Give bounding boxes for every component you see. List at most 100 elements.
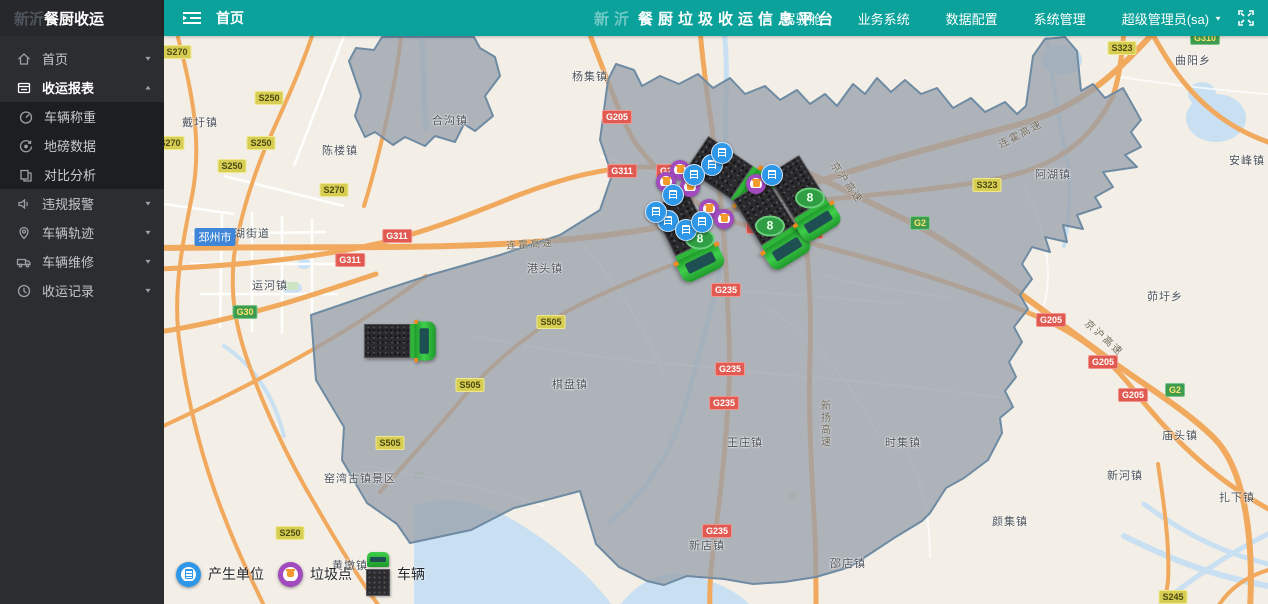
town-label: 新店镇 <box>689 537 725 553</box>
producer-pin-icon <box>691 211 713 233</box>
road-badge-G310: G310 <box>1190 36 1220 45</box>
chevron-down-icon: ▼ <box>144 258 153 265</box>
road-badge-S323: S323 <box>972 178 1001 192</box>
sidebar-subitem-3[interactable]: 对比分析 <box>0 160 164 189</box>
road-badge-G311: G311 <box>335 253 365 267</box>
report-icon <box>16 80 32 96</box>
gauge-icon <box>18 109 34 125</box>
building-icon <box>698 217 706 227</box>
road-badge-S505: S505 <box>455 378 484 392</box>
producer-marker[interactable] <box>683 164 705 186</box>
town-label: 邵店镇 <box>830 555 866 571</box>
road-name-label: 连霍高速 <box>995 115 1045 150</box>
chevron-down-icon: ▼ <box>144 55 153 62</box>
sidebar-item-5[interactable]: 车辆维修▼ <box>0 247 164 276</box>
trash-bin-icon <box>721 216 728 222</box>
app-logo: 新沂 餐厨收运 <box>0 0 164 36</box>
road-badge-G235: G235 <box>709 396 739 410</box>
road-badge-G2: G2 <box>910 216 930 230</box>
building-icon <box>669 190 677 200</box>
producer-pin-icon <box>645 201 667 223</box>
sidebar-subitem-1[interactable]: 车辆称重 <box>0 102 164 131</box>
truck-trailer <box>366 569 390 596</box>
sidebar-subitem-2[interactable]: 地磅数据 <box>0 131 164 160</box>
building-icon <box>768 170 776 180</box>
producer-pin-icon <box>711 142 733 164</box>
top-menu: 驾驶舱 业务系统 数据配置 系统管理 <box>783 9 1086 28</box>
sidebar-item-6[interactable]: 收运记录▼ <box>0 276 164 305</box>
sidebar-item-3[interactable]: 违规报警▼ <box>0 189 164 218</box>
fullscreen-icon[interactable] <box>1238 10 1254 26</box>
legend-label: 车辆 <box>397 564 425 584</box>
road-badge-G311: G311 <box>382 229 412 243</box>
town-label: 陈楼镇 <box>322 142 358 158</box>
road-badge-S250: S250 <box>254 91 283 105</box>
building-icon <box>652 207 660 217</box>
sidebar-item-label: 车辆轨迹 <box>42 223 144 242</box>
road-badge-G205: G205 <box>1118 388 1148 402</box>
truck-marker[interactable] <box>364 321 435 360</box>
sidebar-subitem-label: 车辆称重 <box>44 107 152 126</box>
sidebar-item-1[interactable]: 首页▼ <box>0 44 164 73</box>
chevron-down-icon: ▼ <box>144 200 153 207</box>
road-badge-G235: G235 <box>702 524 732 538</box>
collapse-sidebar-icon[interactable] <box>182 10 202 26</box>
town-label: 棋盘镇 <box>552 376 588 392</box>
road-badge-S270: S270 <box>164 45 192 59</box>
legend-item-trash[interactable]: 垃圾点 <box>278 562 352 587</box>
legend-item-producer[interactable]: 产生单位 <box>176 562 264 587</box>
town-label: 阿湖镇 <box>1035 166 1071 182</box>
sidebar-item-2[interactable]: 收运报表▲ <box>0 73 164 102</box>
user-name: 超级管理员(sa) <box>1122 9 1209 28</box>
truck-status-badge[interactable]: 8 <box>795 188 825 209</box>
trash-bin-icon <box>287 571 294 577</box>
truck-mirror <box>713 241 719 247</box>
producer-legend-icon <box>176 562 201 587</box>
truck-status-badge[interactable]: 8 <box>755 216 785 237</box>
road-name-label: 连霍高速 <box>506 234 555 252</box>
producer-marker[interactable] <box>691 211 713 233</box>
nav-home-tab[interactable]: 首页 <box>216 8 244 28</box>
sidebar-item-4[interactable]: 车辆轨迹▼ <box>0 218 164 247</box>
pin-inner <box>718 213 730 225</box>
top-menu-item-2[interactable]: 业务系统 <box>858 9 910 28</box>
road-name-label: 京沪高速 <box>828 158 868 206</box>
maintenance-icon <box>16 254 32 270</box>
road-badge-G311: G311 <box>607 164 637 178</box>
producer-marker[interactable] <box>761 164 783 186</box>
road-badge-S323: S323 <box>1107 41 1136 55</box>
weighbridge-icon <box>18 138 34 154</box>
trash-legend-icon <box>278 562 303 587</box>
main-panel: 首页 新沂餐厨垃圾收运信息平台 驾驶舱业务系统数据配置系统管理 超级管理员(sa… <box>164 0 1268 604</box>
map-area[interactable]: 杨集镇合沟镇戴圩镇陈楼镇曲阳乡阿湖镇安峰镇东湖街道运河镇港头镇北沟镇茆圩乡棋盘镇… <box>164 36 1268 604</box>
town-label: 港头镇 <box>527 260 563 276</box>
legend-label: 产生单位 <box>208 564 264 584</box>
sidebar: 新沂 餐厨收运 首页▼收运报表▲车辆称重地磅数据对比分析违规报警▼车辆轨迹▼车辆… <box>0 0 164 604</box>
top-menu-item-1[interactable]: 驾驶舱 <box>783 9 822 28</box>
city-label: 邳州市 <box>195 228 236 246</box>
user-menu[interactable]: 超级管理员(sa) ▼ <box>1122 9 1222 28</box>
road-badge-G235: G235 <box>715 362 745 376</box>
producer-marker[interactable] <box>645 201 667 223</box>
truck-trailer <box>364 324 410 358</box>
track-icon <box>16 225 32 241</box>
trash-point-marker[interactable] <box>714 209 734 229</box>
top-menu-item-4[interactable]: 系统管理 <box>1034 9 1086 28</box>
home-icon <box>16 51 32 67</box>
building-icon <box>690 170 698 180</box>
sidebar-item-label: 首页 <box>42 49 144 68</box>
sidebar-nav: 首页▼收运报表▲车辆称重地磅数据对比分析违规报警▼车辆轨迹▼车辆维修▼收运记录▼ <box>0 36 164 305</box>
top-menu-item-3[interactable]: 数据配置 <box>946 9 998 28</box>
sidebar-item-label: 收运报表 <box>42 78 144 97</box>
road-name-label: 京沪高速 <box>1082 315 1128 358</box>
road-badge-G235: G235 <box>711 283 741 297</box>
producer-marker[interactable] <box>711 142 733 164</box>
town-label: 运河镇 <box>252 277 288 293</box>
page-title-prefix: 新沂 <box>594 11 634 28</box>
town-label: 庙头镇 <box>1162 427 1198 443</box>
legend-item-truck[interactable]: 车辆 <box>366 552 425 596</box>
road-name-label: 新扬高速 <box>817 400 832 448</box>
producer-pin-icon <box>683 164 705 186</box>
town-label: 茆圩乡 <box>1147 288 1183 304</box>
town-label: 合沟镇 <box>432 112 468 128</box>
